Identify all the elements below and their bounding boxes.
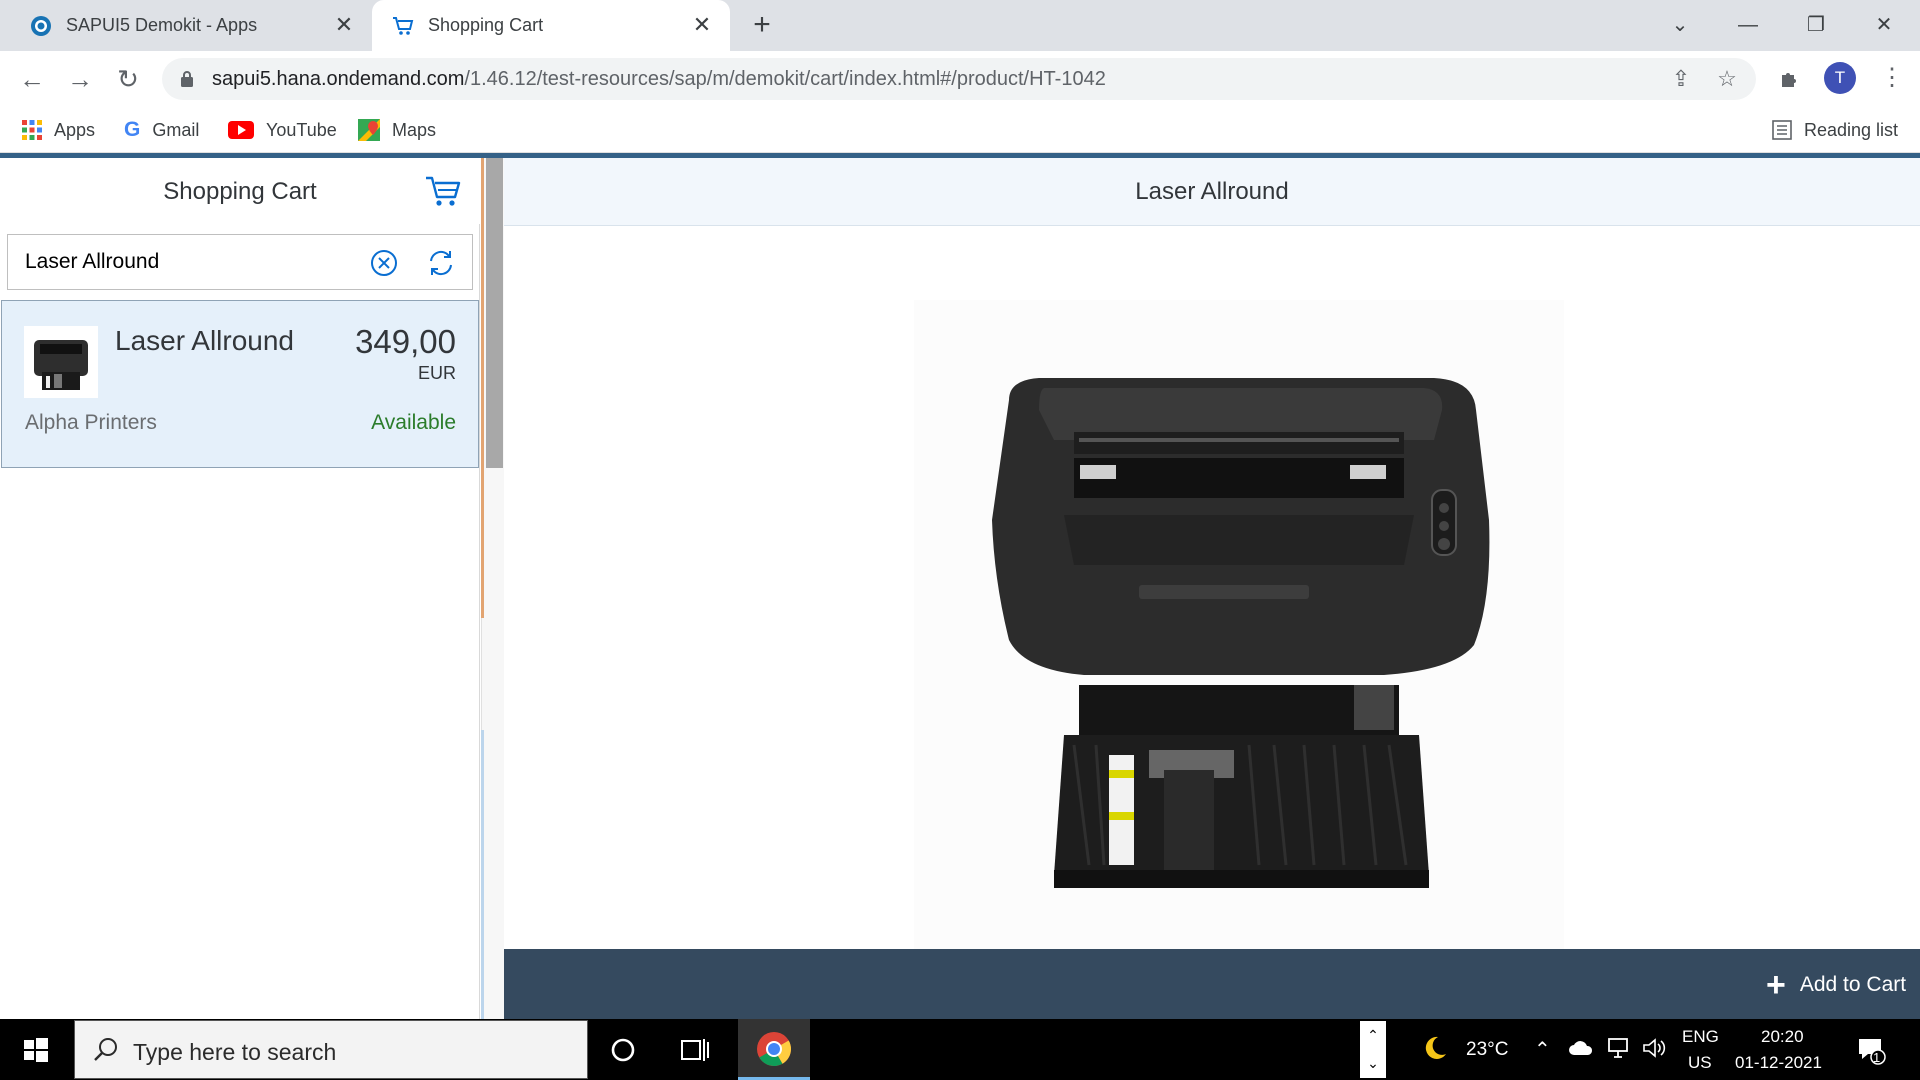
windows-taskbar: Type here to search ⌃ ⌄ 23°C ⌃ ENG US 20:… <box>0 1019 1920 1080</box>
clear-search-icon[interactable] <box>370 249 398 277</box>
scroll-arrows-icon[interactable]: ⌃ ⌄ <box>1360 1021 1386 1078</box>
chrome-taskbar-button[interactable] <box>738 1019 810 1080</box>
product-search-field <box>7 234 473 290</box>
show-hidden-icons-chevron-icon[interactable]: ⌃ <box>1534 1037 1551 1062</box>
add-to-cart-button[interactable]: + Add to Cart <box>1766 967 1906 1003</box>
apps-grid-icon <box>22 120 42 140</box>
detail-header: Laser Allround <box>504 158 1920 226</box>
tab-title: SAPUI5 Demokit - Apps <box>66 15 258 35</box>
splitter-highlight <box>481 730 484 1019</box>
notification-count: 1 <box>1873 1050 1881 1065</box>
taskbar-search-placeholder: Type here to search <box>133 1039 337 1065</box>
bookmark-label: Maps <box>392 119 437 140</box>
sapui5-favicon-icon <box>31 15 51 36</box>
tab-shopping-cart[interactable]: Shopping Cart ✕ <box>372 0 730 51</box>
master-title: Shopping Cart <box>163 178 317 205</box>
cart-icon[interactable] <box>424 172 462 210</box>
product-availability-status: Available <box>371 411 456 434</box>
browser-tab-bar: SAPUI5 Demokit - Apps ✕ Shopping Cart ✕ … <box>0 0 1920 51</box>
address-toolbar: ← → ↻ sapui5.hana.ondemand.com/1.46.12/t… <box>0 51 1920 107</box>
bookmark-maps[interactable]: Maps <box>358 117 436 143</box>
clock-time[interactable]: 20:20 <box>1761 1027 1804 1047</box>
clock-date[interactable]: 01-12-2021 <box>1735 1053 1822 1073</box>
new-tab-button[interactable]: + <box>748 10 776 40</box>
reload-button[interactable]: ↻ <box>112 63 144 95</box>
task-view-icon[interactable] <box>678 1033 712 1067</box>
bookmark-apps[interactable]: Apps <box>22 117 95 143</box>
close-tab-icon[interactable]: ✕ <box>690 13 714 37</box>
language-indicator[interactable]: ENG <box>1682 1027 1719 1047</box>
bookmark-gmail[interactable]: G Gmail <box>124 117 199 143</box>
bookmark-label: Apps <box>54 119 96 140</box>
profile-avatar[interactable]: T <box>1824 62 1856 94</box>
windows-start-icon[interactable] <box>0 1019 72 1080</box>
tab-title: Shopping Cart <box>428 15 544 35</box>
bookmark-star-icon[interactable]: ☆ <box>1714 67 1740 91</box>
url-domain: sapui5.hana.ondemand.com <box>212 68 465 90</box>
search-icon <box>94 1038 117 1061</box>
printer-thumbnail <box>24 326 98 398</box>
bookmark-label: Gmail <box>152 119 200 140</box>
restore-button[interactable]: ❐ <box>1796 10 1836 40</box>
plus-icon: + <box>1766 966 1786 1004</box>
weather-temperature[interactable]: 23°C <box>1466 1039 1508 1061</box>
search-input[interactable] <box>8 235 348 289</box>
product-price: 349,00 <box>355 323 456 360</box>
reading-list-label: Reading list <box>1804 119 1899 140</box>
product-image <box>914 300 1564 950</box>
reading-list-icon <box>1772 120 1792 140</box>
notifications-icon[interactable] <box>1856 1035 1886 1065</box>
detail-pane: Laser Allround + Add to Cart <box>504 158 1920 1019</box>
detail-footer-toolbar: + Add to Cart <box>504 949 1920 1019</box>
product-supplier: Alpha Printers <box>25 411 157 434</box>
product-name: Laser Allround <box>115 325 295 356</box>
add-to-cart-label: Add to Cart <box>1799 973 1907 996</box>
tab-sapui5-demokit[interactable]: SAPUI5 Demokit - Apps ✕ <box>0 0 372 51</box>
youtube-icon <box>228 121 254 139</box>
tab-search-chevron-icon[interactable]: ⌄ <box>1660 10 1700 40</box>
address-bar[interactable]: sapui5.hana.ondemand.com/1.46.12/test-re… <box>162 58 1756 100</box>
network-icon[interactable] <box>1606 1037 1630 1059</box>
forward-button[interactable]: → <box>64 63 96 95</box>
splitter-accent <box>481 158 484 618</box>
chrome-icon <box>757 1032 791 1066</box>
reading-list-button[interactable]: Reading list <box>1772 117 1898 143</box>
product-list-item[interactable]: Laser Allround 349,00 EUR Alpha Printers… <box>1 300 479 468</box>
google-g-icon: G <box>124 118 141 141</box>
close-tab-icon[interactable]: ✕ <box>332 13 356 37</box>
url-path: /1.46.12/test-resources/sap/m/demokit/ca… <box>464 68 1106 90</box>
keyboard-layout-indicator[interactable]: US <box>1688 1053 1712 1073</box>
back-button[interactable]: ← <box>16 63 48 95</box>
cortana-icon[interactable] <box>606 1033 640 1067</box>
url-text[interactable]: sapui5.hana.ondemand.com/1.46.12/test-re… <box>212 68 1106 91</box>
extensions-puzzle-icon[interactable] <box>1778 67 1802 91</box>
browser-menu-icon[interactable]: ⋮ <box>1880 63 1904 95</box>
master-header: Shopping Cart <box>0 158 480 224</box>
bookmark-youtube[interactable]: YouTube <box>228 117 337 143</box>
refresh-icon[interactable] <box>426 248 456 278</box>
detail-title: Laser Allround <box>1135 178 1289 205</box>
bookmarks-bar: Apps G Gmail YouTube Maps Reading list <box>0 107 1920 153</box>
lock-icon <box>181 71 193 87</box>
minimize-button[interactable]: — <box>1728 10 1768 40</box>
master-pane: Shopping Cart Laser Allround Laser Allro… <box>0 158 480 1019</box>
weather-moon-icon <box>1425 1036 1446 1059</box>
volume-icon[interactable] <box>1642 1037 1666 1059</box>
maps-pin-icon <box>358 119 380 141</box>
close-window-button[interactable]: ✕ <box>1864 10 1904 40</box>
onedrive-cloud-icon[interactable] <box>1568 1039 1594 1057</box>
product-currency: EUR <box>417 363 456 383</box>
share-icon[interactable]: ⇪ <box>1668 67 1694 91</box>
taskbar-search-box[interactable]: Type here to search <box>74 1020 588 1079</box>
scrollbar-thumb[interactable] <box>486 158 503 468</box>
cart-favicon-icon <box>393 16 414 35</box>
bookmark-label: YouTube <box>266 119 337 140</box>
